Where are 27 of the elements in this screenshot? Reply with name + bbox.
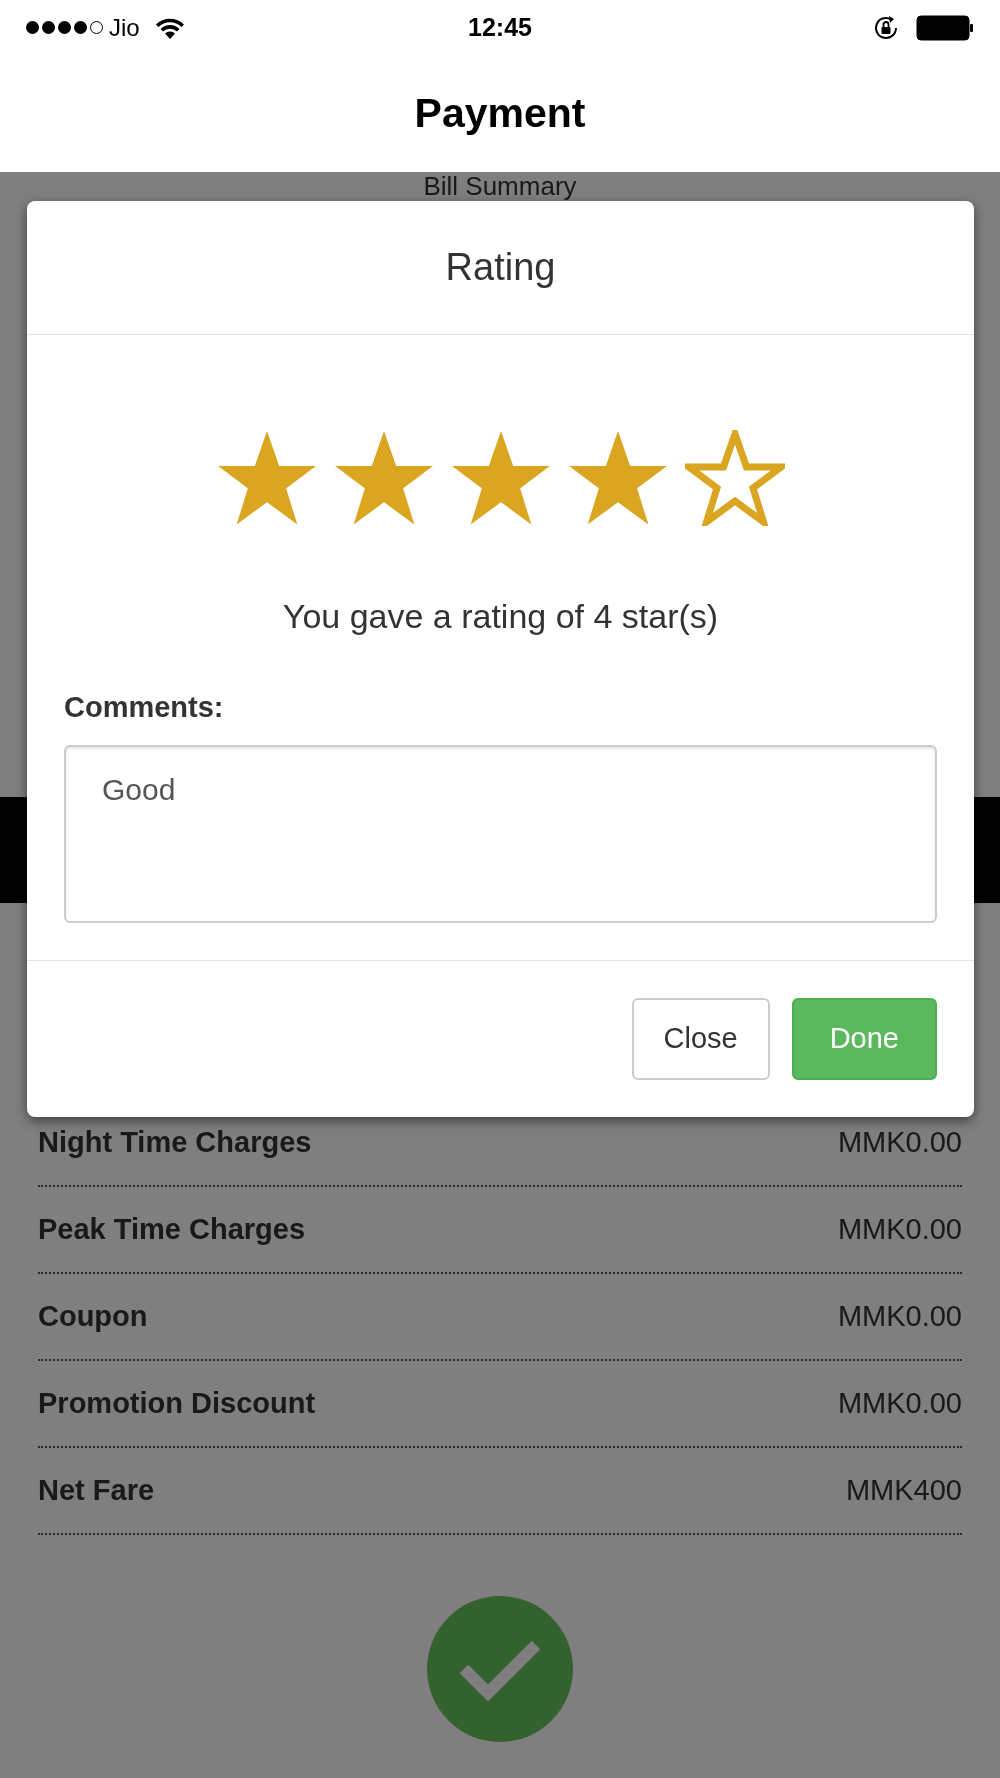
section-title: Bill Summary [423,172,577,201]
charge-label: Peak Time Charges [38,1211,306,1247]
wifi-icon [155,16,184,39]
comments-field[interactable]: Good [64,744,937,923]
comments-label: Comments: [64,690,225,725]
close-button[interactable]: Close [631,997,770,1080]
battery-icon [916,14,974,41]
rotation-lock-icon [872,13,900,42]
charge-label: Promotion Discount [38,1385,316,1421]
star-filled-icon[interactable] [333,430,434,526]
star-filled-icon[interactable] [450,430,551,526]
charge-amount: MMK0.00 [837,1298,962,1334]
charge-amount: MMK0.00 [837,1124,962,1160]
page-title: Payment [414,88,586,138]
rating-text: You gave a rating of 4 star(s) [281,596,720,637]
charge-label: Net Fare [38,1472,155,1508]
clock-time: 12:45 [468,11,532,43]
dialog-title: Rating [445,245,556,290]
charge-amount: MMK400 [845,1472,962,1508]
star-outline-icon[interactable] [684,430,785,526]
carrier-name: Jio [109,12,140,43]
star-filled-icon[interactable] [567,430,668,526]
star-filled-icon[interactable] [216,430,317,526]
charge-label: Coupon [38,1298,148,1334]
charge-label: Night Time Charges [38,1124,312,1160]
charge-amount: MMK0.00 [837,1211,962,1247]
charge-amount: MMK0.00 [837,1385,962,1421]
